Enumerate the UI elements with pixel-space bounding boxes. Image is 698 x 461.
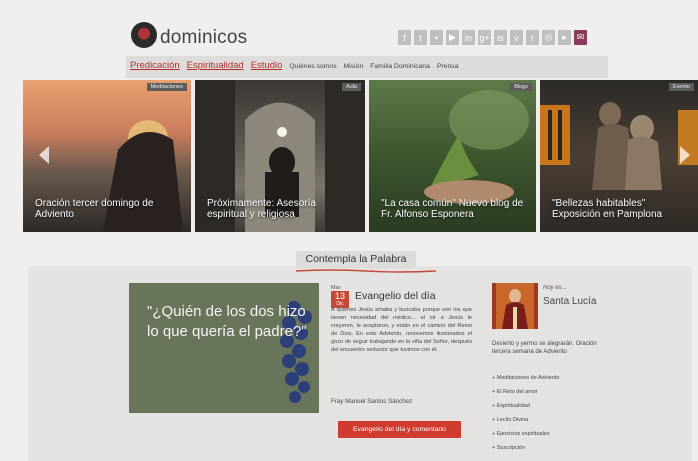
mail-icon[interactable]: ✉ (574, 30, 587, 45)
saint-icon-image (492, 283, 538, 329)
nav-item-prensa[interactable]: Prensa (437, 63, 459, 70)
nav-item-estudio[interactable]: Estudio (251, 60, 283, 71)
slider-next-arrow[interactable] (680, 146, 690, 164)
gospel-author: Fray Manuel Santos Sánchez (331, 398, 413, 405)
quote-text: "¿Quién de los dos hizo lo que quería el… (147, 303, 307, 340)
link-espiritualidad[interactable]: + Espiritualidad (492, 403, 559, 417)
section-title: Contempla la Palabra (296, 251, 416, 268)
saint-description[interactable]: Desierto y yermo se alegrarán. Oración t… (492, 340, 607, 356)
link-lectio-divina[interactable]: + Lectio Divina (492, 417, 559, 431)
linkedin-icon[interactable]: in (462, 30, 475, 45)
slide-2[interactable]: Aula Próximamente: Asesoría espiritual y… (195, 80, 365, 232)
youtube-icon[interactable]: ▶ (446, 30, 459, 45)
facebook-icon[interactable]: f (398, 30, 411, 45)
nav-item-familia-dominicana[interactable]: Familia Dominicana (370, 63, 430, 70)
saint-image[interactable] (492, 283, 538, 329)
slide-4[interactable]: Evento "Bellezas habitables" Exposición … (540, 80, 698, 232)
twitter-icon[interactable]: t (414, 30, 427, 45)
instagram-icon[interactable]: ◎ (542, 30, 555, 45)
video-icon[interactable]: ▸ (558, 30, 571, 45)
gplus-icon[interactable]: g+ (478, 30, 491, 45)
gospel-commentary-button[interactable]: Evangelio del día y comentario (338, 421, 461, 438)
slide-1[interactable]: Meditaciones Oración tercer domingo de A… (23, 80, 191, 232)
slide-tag: Evento (668, 83, 694, 91)
featured-slider: Meditaciones Oración tercer domingo de A… (0, 80, 698, 232)
saint-name[interactable]: Santa Lucía (543, 296, 596, 307)
gospel-title[interactable]: Evangelio del día (355, 290, 436, 302)
slide-tag: Aula (341, 83, 361, 91)
vimeo-icon[interactable]: v (510, 30, 523, 45)
social-icons-row: f t • ▶ in g+ is v r ◎ ▸ ✉ (398, 30, 587, 46)
slide-caption[interactable]: "Bellezas habitables" Exposición en Pamp… (552, 198, 690, 220)
nav-item-quienes-somos[interactable]: Quiénes somos (289, 63, 336, 70)
gospel-body: A quienes Jesús amaba y buscaba porque s… (331, 307, 472, 353)
sidebar-links: + Meditaciones de Adviento + El Reto del… (492, 375, 559, 459)
slide-3[interactable]: Blogs "La casa común" Nuevo blog de Fr. … (369, 80, 536, 232)
rss-icon[interactable]: r (526, 30, 539, 45)
slide-tag: Blogs (510, 83, 532, 91)
date-badge: Mar 13 Dic (331, 285, 351, 308)
date-day-number: 13 (334, 291, 345, 301)
link-meditaciones-adviento[interactable]: + Meditaciones de Adviento (492, 375, 559, 389)
issuu-icon[interactable]: is (494, 30, 507, 45)
saint-kicker: Hoy es... (543, 285, 567, 291)
nav-item-mision[interactable]: Misión (344, 63, 364, 70)
slide-caption[interactable]: Próximamente: Asesoría espiritual y reli… (207, 198, 357, 220)
link-suscripcion[interactable]: + Suscripción (492, 445, 559, 459)
site-logo-text[interactable]: dominicos (160, 27, 247, 49)
nav-item-predicacion[interactable]: Predicación (130, 60, 180, 71)
main-navigation: Predicación Espiritualidad Estudio Quién… (130, 60, 458, 71)
slider-prev-arrow[interactable] (39, 146, 49, 164)
link-ejercicios-espirituales[interactable]: + Ejercicios espirituales (492, 431, 559, 445)
section-underline (296, 269, 436, 273)
link-reto-amor[interactable]: + El Reto del amor (492, 389, 559, 403)
slide-caption[interactable]: Oración tercer domingo de Adviento (35, 198, 183, 220)
logo-mark[interactable] (131, 22, 157, 48)
slide-tag: Meditaciones (146, 83, 187, 91)
slide-caption[interactable]: "La casa común" Nuevo blog de Fr. Alfons… (381, 198, 528, 220)
flickr-icon[interactable]: • (430, 30, 443, 45)
nav-item-espiritualidad[interactable]: Espiritualidad (187, 60, 244, 71)
